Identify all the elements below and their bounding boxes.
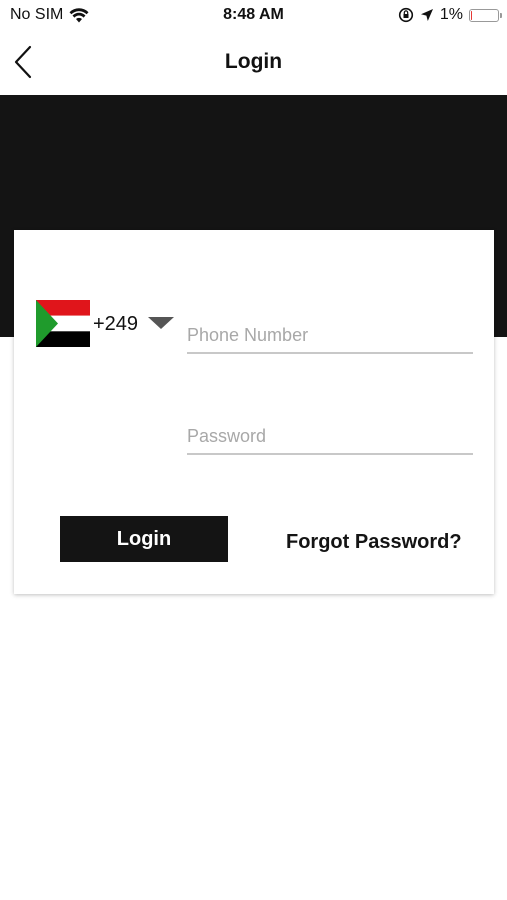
page-title: Login (224, 50, 283, 73)
dial-code: +249 (93, 313, 139, 335)
status-right: 1% (398, 6, 502, 24)
login-button[interactable]: Login (60, 516, 228, 562)
login-card: +249 Login Forgot Password? (14, 230, 494, 594)
password-input[interactable] (187, 419, 473, 455)
battery-percent: 1% (439, 6, 463, 23)
battery-icon (469, 8, 502, 22)
sudan-flag-icon (36, 300, 90, 347)
caret-down-icon[interactable] (148, 317, 174, 329)
orientation-lock-icon (398, 7, 413, 23)
phone-number-input[interactable] (187, 318, 473, 354)
navigation-bar: Login (0, 30, 507, 95)
forgot-password-link[interactable]: Forgot Password? (286, 531, 462, 554)
battery-level-fill (471, 10, 472, 20)
status-bar: No SIM 8:48 AM 1% (0, 0, 507, 30)
country-code-picker[interactable]: +249 (36, 300, 176, 348)
location-arrow-icon (420, 9, 433, 21)
